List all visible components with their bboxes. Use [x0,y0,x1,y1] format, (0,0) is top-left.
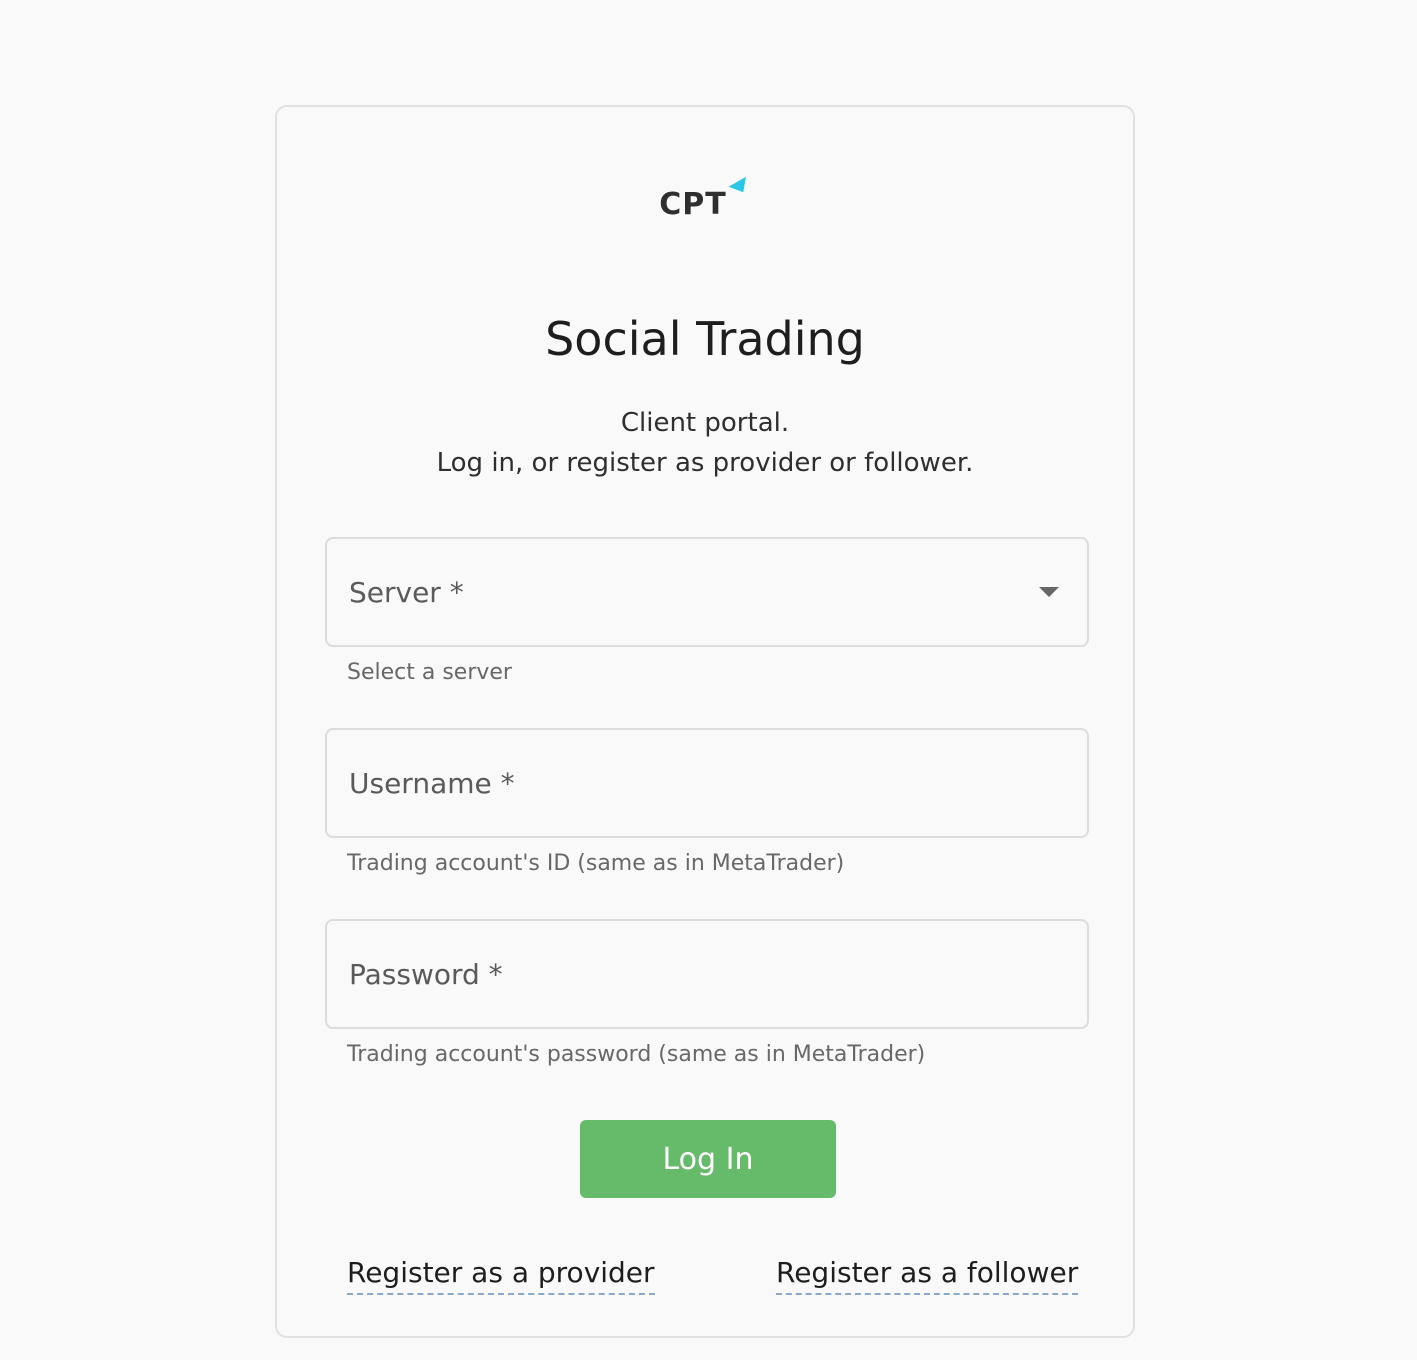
password-field[interactable]: Password * [325,919,1089,1029]
logo-text: CPT [659,187,727,222]
chevron-down-icon[interactable] [1039,587,1059,597]
page-subtitle: Client portal. Log in, or register as pr… [277,403,1133,483]
login-card: CPT Social Trading Client portal. Log in… [275,105,1135,1338]
triangle-icon [729,176,753,198]
register-follower-link[interactable]: Register as a follower [776,1256,1079,1295]
password-hint: Trading account's password (same as in M… [347,1042,926,1067]
password-label: Password * [349,957,503,991]
page-title: Social Trading [545,312,865,366]
server-label: Server * [349,575,464,609]
server-hint: Select a server [347,660,512,685]
username-field[interactable]: Username * [325,728,1089,838]
login-button[interactable]: Log In [580,1120,836,1198]
subtitle-line-1: Client portal. [620,408,790,438]
register-provider-link[interactable]: Register as a provider [347,1256,655,1295]
username-label: Username * [349,766,515,800]
server-select[interactable]: Server * [325,537,1089,647]
subtitle-line-2: Log in, or register as provider or follo… [436,448,974,478]
brand-logo: CPT [659,176,753,222]
username-hint: Trading account's ID (same as in MetaTra… [347,851,845,876]
